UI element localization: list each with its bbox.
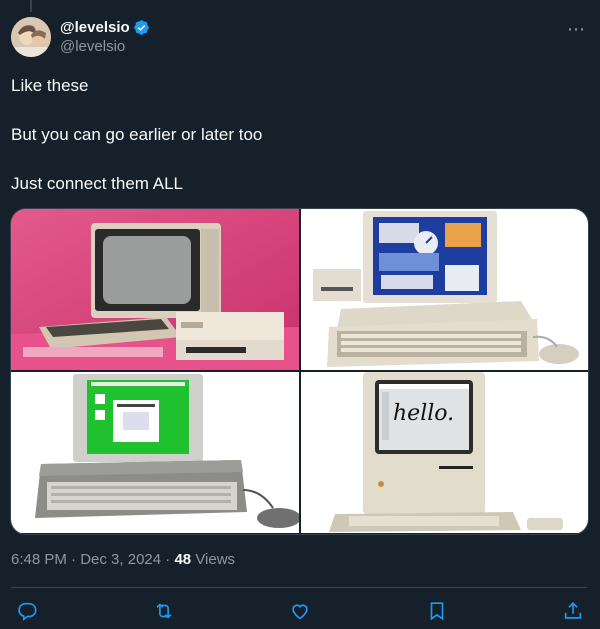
views-label: Views [195, 551, 236, 568]
author-handle[interactable]: @levelsio [60, 38, 150, 55]
like-icon [292, 604, 308, 620]
macintosh-computer-image[interactable]: hello. [301, 372, 588, 533]
tweet-date[interactable]: Dec 3, 2024 [80, 551, 161, 568]
thread-connector-line [30, 0, 32, 12]
mac-screen-hello-text: hello. [393, 401, 454, 426]
author-names: @levelsio @levelsio [60, 17, 150, 55]
action-bar [15, 598, 585, 624]
views-count: 48 [174, 551, 192, 568]
tweet-text: Like these But you can go earlier or lat… [11, 74, 586, 221]
like-button[interactable] [288, 599, 312, 623]
media-grid: hello. [10, 208, 589, 535]
author-display-name[interactable]: @levelsio [60, 19, 130, 36]
meta-separator: · [71, 551, 77, 568]
avatar[interactable] [11, 17, 51, 57]
share-icon [564, 602, 582, 619]
atari-st-computer-image[interactable] [11, 372, 299, 533]
bookmark-button[interactable] [425, 599, 449, 623]
commodore-computer-image[interactable] [11, 209, 299, 370]
tweet-time[interactable]: 6:48 PM [11, 551, 67, 568]
retweet-icon [156, 603, 171, 619]
tweet-line-2: But you can go earlier or later too [11, 125, 263, 144]
avatar-photo-icon [11, 17, 51, 57]
verified-badge-icon [133, 19, 150, 36]
meta-separator: · [165, 551, 171, 568]
reply-button[interactable] [15, 599, 39, 623]
tweet-line-3: Just connect them ALL [11, 174, 183, 193]
share-button[interactable] [561, 599, 585, 623]
tweet-header: @levelsio @levelsio ⋯ [11, 17, 590, 61]
retweet-button[interactable] [152, 599, 176, 623]
more-options-icon[interactable]: ⋯ [567, 19, 586, 40]
bookmark-icon [430, 602, 443, 621]
reply-icon [18, 602, 37, 621]
divider [11, 587, 587, 588]
tweet-line-1: Like these [11, 76, 89, 95]
amiga-computer-image[interactable] [301, 209, 588, 370]
tweet-metadata: 6:48 PM · Dec 3, 2024 · 48 Views [11, 551, 235, 568]
